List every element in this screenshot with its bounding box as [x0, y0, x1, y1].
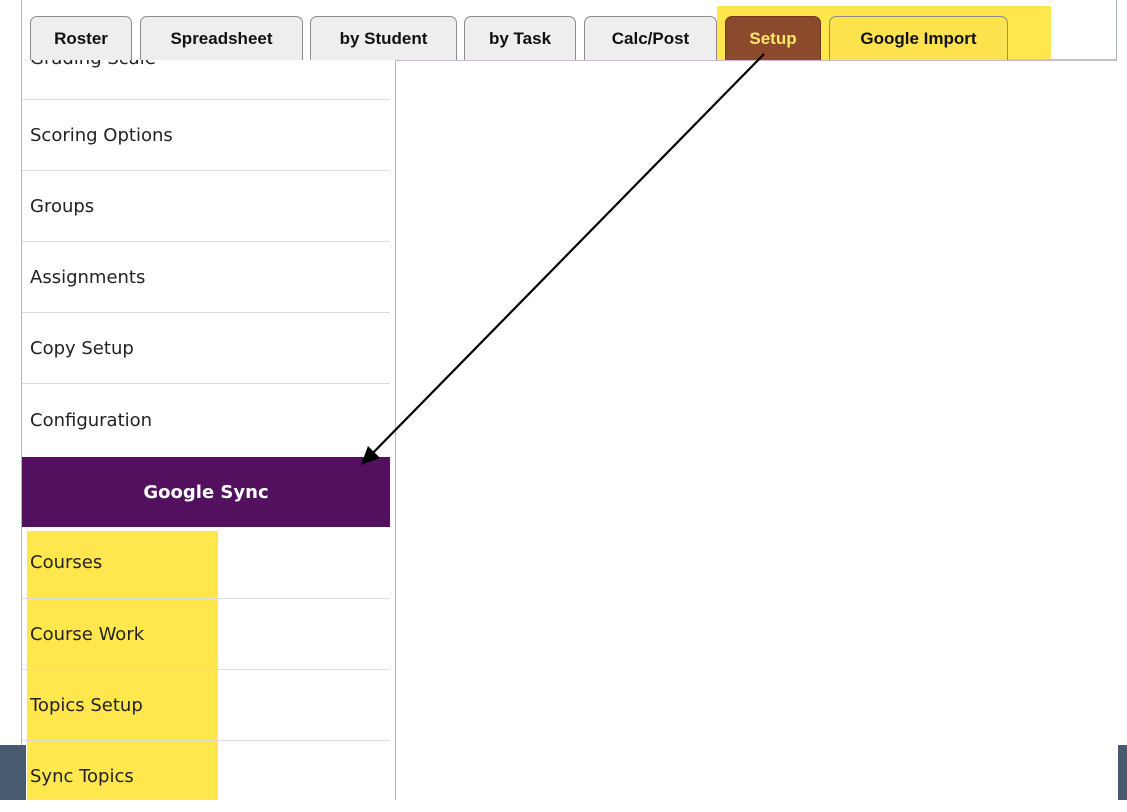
tab-roster[interactable]: Roster	[30, 16, 132, 60]
sidebar-item-label: Topics Setup	[30, 694, 143, 716]
tab-setup[interactable]: Setup	[725, 16, 821, 60]
tab-spreadsheet[interactable]: Spreadsheet	[140, 16, 303, 60]
sidebar-item-label: Groups	[30, 195, 95, 217]
sidebar-item-courses[interactable]: Courses	[22, 527, 390, 599]
sidebar-item-label: Configuration	[30, 410, 153, 431]
window-frame-bottom-left	[0, 745, 26, 800]
sidebar-item-label: Assignments	[30, 266, 146, 288]
sidebar-item-label: Courses	[30, 552, 103, 573]
window-frame-bottom-right	[1118, 745, 1127, 800]
sidebar-item-copy-setup[interactable]: Copy Setup	[22, 313, 390, 384]
sidebar-item-label: Course Work	[30, 623, 145, 645]
content-panel	[395, 60, 1117, 800]
sidebar-item-groups[interactable]: Groups	[22, 171, 390, 242]
tab-by-task[interactable]: by Task	[464, 16, 576, 60]
tab-by-student[interactable]: by Student	[310, 16, 457, 60]
sidebar-item-configuration[interactable]: Configuration	[22, 384, 390, 457]
sidebar-item-sync-topics[interactable]: Sync Topics	[22, 741, 390, 812]
tab-calc-post[interactable]: Calc/Post	[584, 16, 717, 60]
sidebar-item-scoring-options[interactable]: Scoring Options	[22, 100, 390, 171]
google-sync-header[interactable]: Google Sync	[22, 457, 390, 527]
setup-sidebar: Grading Scale Scoring Options Groups Ass…	[22, 60, 390, 800]
tab-baseline	[1008, 59, 1116, 60]
sidebar-item-course-work[interactable]: Course Work	[22, 599, 390, 670]
tab-bar: Roster Spreadsheet by Student by Task Ca…	[0, 0, 1127, 60]
sidebar-item-topics-setup[interactable]: Topics Setup	[22, 670, 390, 741]
sidebar-item-assignments[interactable]: Assignments	[22, 242, 390, 313]
sidebar-item-label: Sync Topics	[30, 766, 134, 787]
tab-google-import[interactable]: Google Import	[829, 16, 1008, 60]
sidebar-item-grading-scale[interactable]: Grading Scale	[22, 60, 390, 100]
sidebar-item-label: Copy Setup	[30, 337, 134, 359]
sidebar-item-label: Grading Scale	[30, 60, 156, 69]
sidebar-item-label: Scoring Options	[30, 124, 173, 146]
